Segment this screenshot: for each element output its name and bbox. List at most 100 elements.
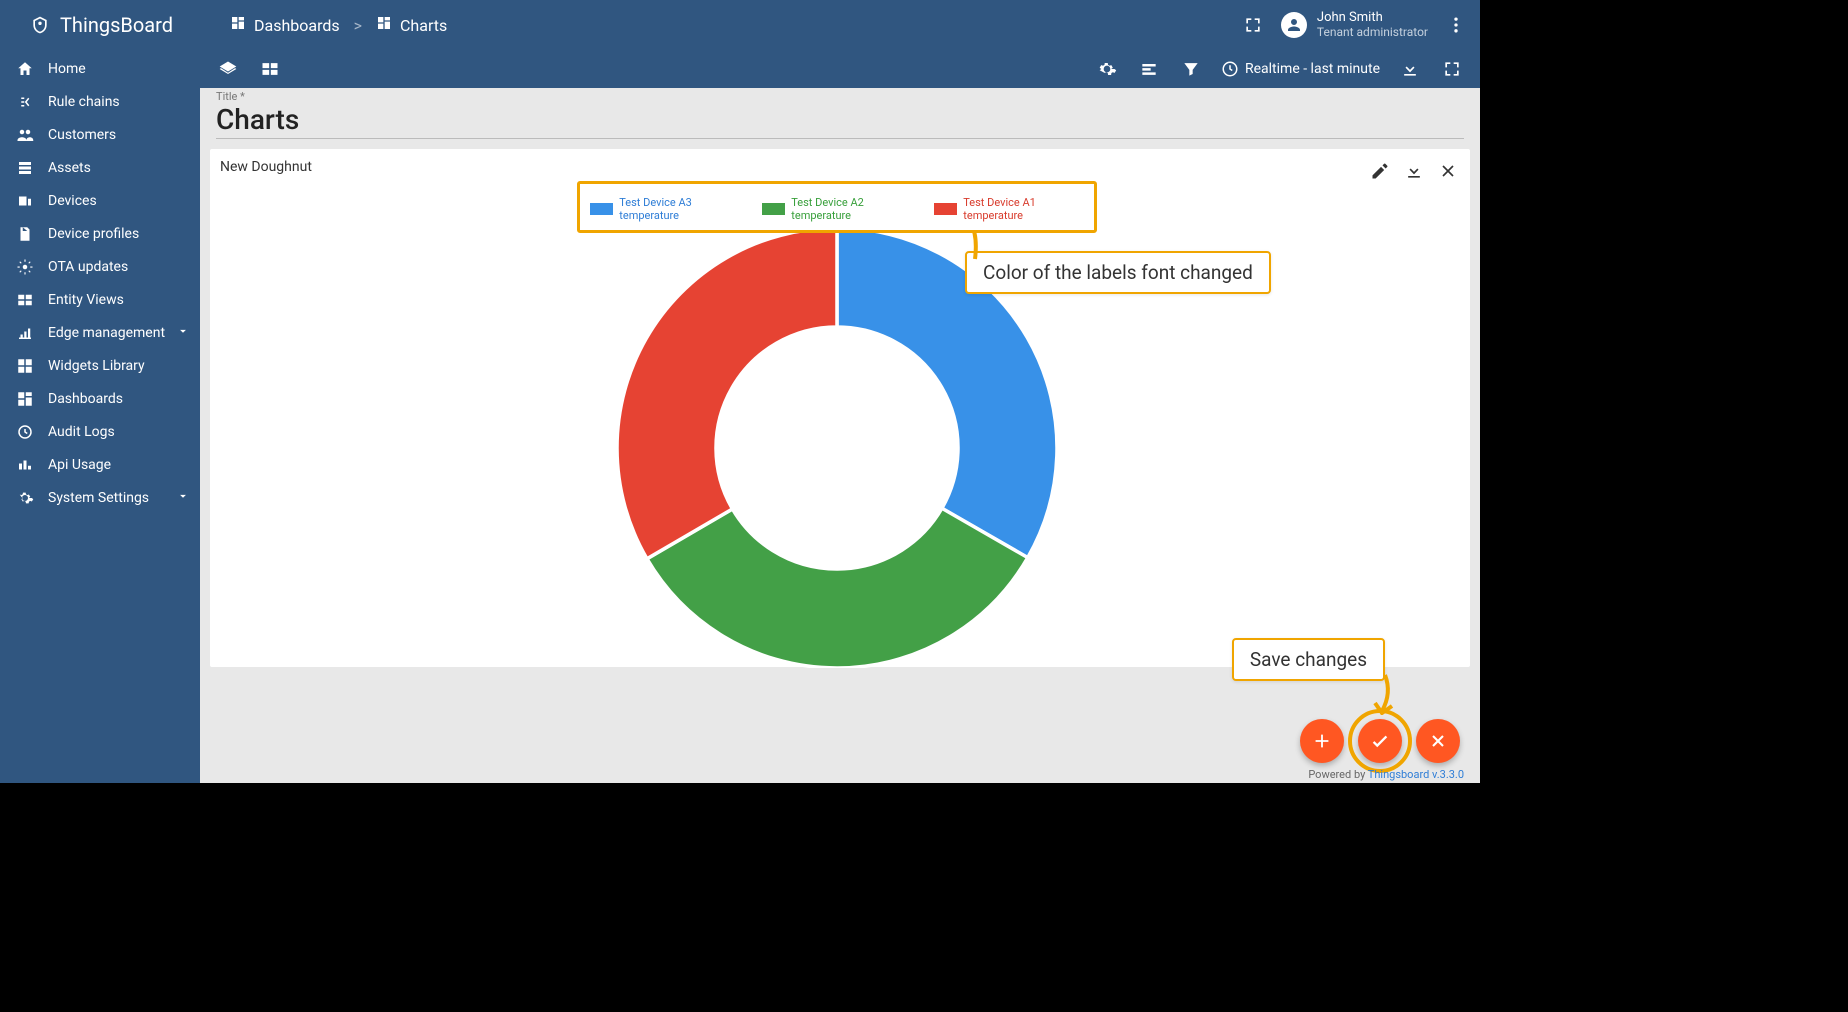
- sidebar-item-label: Customers: [48, 127, 116, 143]
- ota-icon: [16, 258, 34, 276]
- chevron-down-icon: [176, 489, 190, 507]
- annotation-legend-callout: Color of the labels font changed: [965, 251, 1271, 294]
- sidebar-item-api-usage[interactable]: Api Usage: [0, 448, 200, 481]
- dashboard-icon: [230, 15, 246, 35]
- sidebar-item-label: Devices: [48, 193, 97, 209]
- layers-icon[interactable]: [216, 57, 240, 81]
- add-button[interactable]: [1300, 719, 1344, 763]
- legend-label: Test Device A3 temperature: [619, 196, 740, 222]
- brand-text: ThingsBoard: [60, 13, 173, 37]
- assets-icon: [16, 159, 34, 177]
- brand[interactable]: ThingsBoard: [8, 13, 200, 37]
- sidebar-item-entity-views[interactable]: Entity Views: [0, 283, 200, 316]
- breadcrumb: Dashboards > Charts: [230, 15, 447, 35]
- sidebar-item-system-settings[interactable]: System Settings: [0, 481, 200, 514]
- edge-icon: [16, 324, 34, 342]
- dashboards-icon: [16, 390, 34, 408]
- sidebar-item-rule-chains[interactable]: Rule chains: [0, 85, 200, 118]
- widgets-icon: [16, 357, 34, 375]
- sidebar-item-label: Widgets Library: [48, 358, 145, 374]
- sidebar-item-ota-updates[interactable]: OTA updates: [0, 250, 200, 283]
- breadcrumb-item-charts[interactable]: Charts: [376, 15, 447, 35]
- chevron-down-icon: [176, 324, 190, 342]
- dashboard-icon: [376, 15, 392, 35]
- brand-icon: [28, 13, 52, 37]
- sidebar-item-label: Device profiles: [48, 226, 139, 242]
- sidebar-item-dashboards[interactable]: Dashboards: [0, 382, 200, 415]
- sidebar-item-device-profiles[interactable]: Device profiles: [0, 217, 200, 250]
- sidebar-item-assets[interactable]: Assets: [0, 151, 200, 184]
- avatar-icon: [1281, 12, 1307, 38]
- edit-widget-icon[interactable]: [1368, 159, 1392, 183]
- sidebar-item-label: Rule chains: [48, 94, 120, 110]
- sidebar-item-label: OTA updates: [48, 259, 128, 275]
- entity-aliases-icon[interactable]: [1137, 57, 1161, 81]
- expand-icon[interactable]: [1440, 57, 1464, 81]
- rule-icon: [16, 93, 34, 111]
- fullscreen-icon[interactable]: [1241, 13, 1265, 37]
- version-link[interactable]: Thingsboard v.3.3.0: [1368, 768, 1464, 781]
- customers-icon: [16, 126, 34, 144]
- api-icon: [16, 456, 34, 474]
- sidebar-item-audit-logs[interactable]: Audit Logs: [0, 415, 200, 448]
- sidebar-item-devices[interactable]: Devices: [0, 184, 200, 217]
- sidebar-item-customers[interactable]: Customers: [0, 118, 200, 151]
- content-area: Realtime - last minute Title * Charts Ne…: [200, 50, 1480, 783]
- sidebar-item-label: Api Usage: [48, 457, 111, 473]
- doughnut-widget: New Doughnut Test Device A3 temperatureT…: [210, 149, 1470, 667]
- user-role: Tenant administrator: [1317, 26, 1428, 40]
- profile-icon: [16, 225, 34, 243]
- breadcrumb-label: Dashboards: [254, 16, 340, 35]
- settings-icon: [16, 489, 34, 507]
- home-icon: [16, 60, 34, 78]
- legend-item[interactable]: Test Device A3 temperature: [590, 196, 740, 222]
- legend-label: Test Device A2 temperature: [791, 196, 912, 222]
- title-field-value[interactable]: Charts: [216, 103, 1464, 139]
- dashboard-title-field[interactable]: Title * Charts: [200, 88, 1480, 139]
- sidebar: Home Rule chains Customers Assets Devices Dev…: [0, 50, 200, 783]
- sidebar-item-label: Assets: [48, 160, 91, 176]
- chart-legend: Test Device A3 temperature Test Device A2…: [577, 181, 1097, 233]
- sidebar-item-widgets-library[interactable]: Widgets Library: [0, 349, 200, 382]
- filter-icon[interactable]: [1179, 57, 1203, 81]
- user-name: John Smith: [1317, 11, 1428, 26]
- sidebar-item-edge-management[interactable]: Edge management: [0, 316, 200, 349]
- legend-label: Test Device A1 temperature: [963, 196, 1084, 222]
- cancel-button[interactable]: [1416, 719, 1460, 763]
- title-field-label: Title *: [216, 90, 1470, 103]
- doughnut-chart: [617, 228, 1057, 668]
- gear-icon[interactable]: [1095, 57, 1119, 81]
- widget-title: New Doughnut: [220, 159, 1454, 175]
- sidebar-item-label: Home: [48, 61, 86, 77]
- save-button[interactable]: [1358, 719, 1402, 763]
- breadcrumb-item-dashboards[interactable]: Dashboards: [230, 15, 340, 35]
- download-widget-icon[interactable]: [1402, 159, 1426, 183]
- layout-icon[interactable]: [258, 57, 282, 81]
- breadcrumb-label: Charts: [400, 16, 447, 35]
- time-window[interactable]: Realtime - last minute: [1221, 60, 1380, 78]
- sidebar-item-label: Audit Logs: [48, 424, 115, 440]
- sidebar-item-home[interactable]: Home: [0, 52, 200, 85]
- legend-item[interactable]: Test Device A1 temperature: [934, 196, 1084, 222]
- legend-swatch: [934, 203, 957, 215]
- user-menu[interactable]: John Smith Tenant administrator: [1281, 11, 1428, 40]
- footer-version: Powered by Thingsboard v.3.3.0: [1308, 768, 1464, 781]
- more-icon[interactable]: [1444, 13, 1468, 37]
- legend-item[interactable]: Test Device A2 temperature: [762, 196, 912, 222]
- dashboard-toolbar: Realtime - last minute: [200, 50, 1480, 88]
- close-widget-icon[interactable]: [1436, 159, 1460, 183]
- time-window-label: Realtime - last minute: [1245, 61, 1380, 77]
- devices-icon: [16, 192, 34, 210]
- sidebar-item-label: System Settings: [48, 490, 149, 506]
- sidebar-item-label: Edge management: [48, 325, 165, 341]
- audit-icon: [16, 423, 34, 441]
- download-icon[interactable]: [1398, 57, 1422, 81]
- annotation-save-callout: Save changes: [1232, 638, 1385, 681]
- legend-swatch: [590, 203, 613, 215]
- entity-icon: [16, 291, 34, 309]
- sidebar-item-label: Dashboards: [48, 391, 123, 407]
- breadcrumb-separator: >: [354, 16, 362, 35]
- top-bar: ThingsBoard Dashboards > Charts John Smi…: [0, 0, 1480, 50]
- legend-swatch: [762, 203, 785, 215]
- sidebar-item-label: Entity Views: [48, 292, 124, 308]
